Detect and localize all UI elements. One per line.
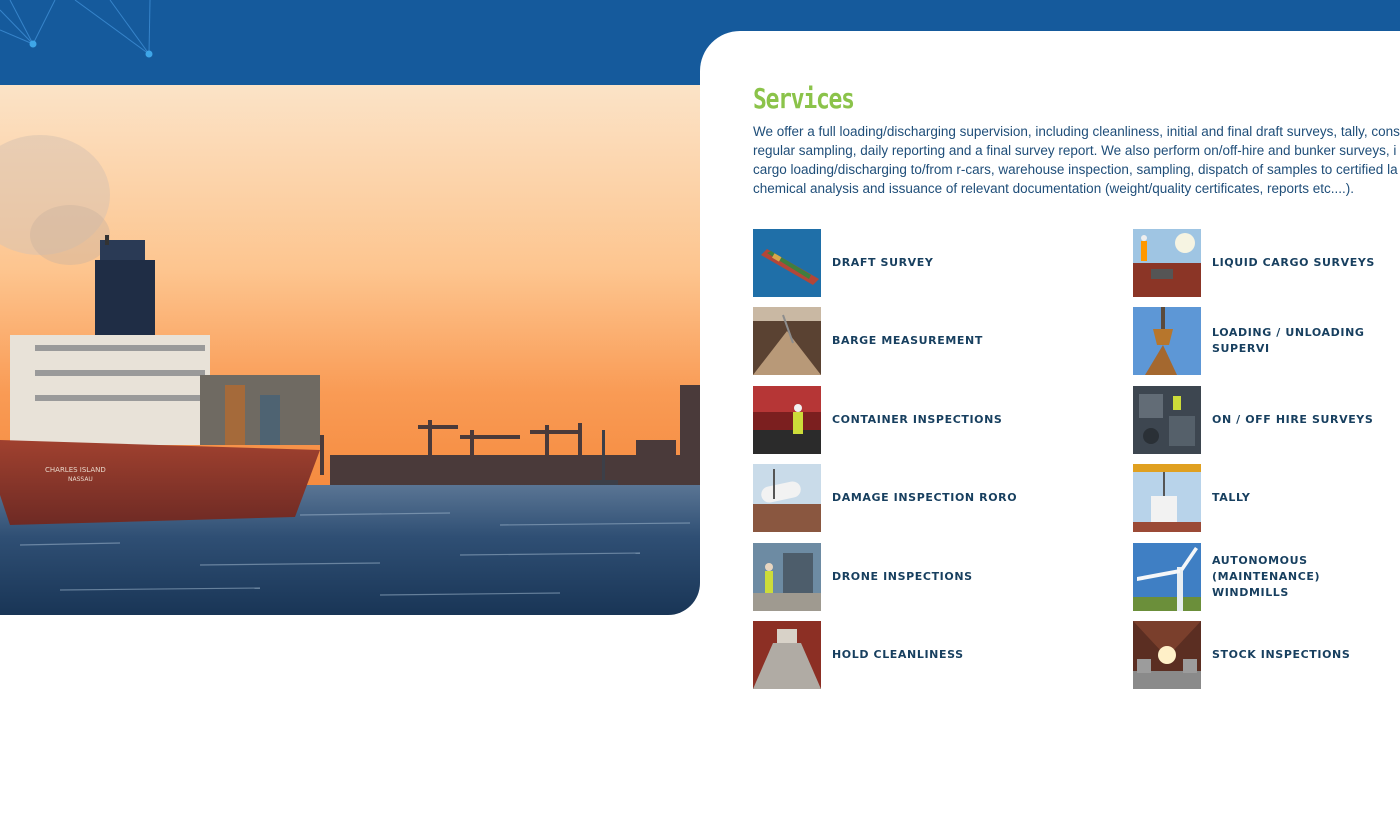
ship-deck-machinery-photo xyxy=(1133,386,1201,454)
grab-crane-bulk-photo xyxy=(1133,307,1201,375)
section-description: We offer a full loading/discharging supe… xyxy=(753,122,1400,198)
service-damage-inspection-roro[interactable]: DAMAGE INSPECTION RORO xyxy=(753,464,1017,532)
service-label: DAMAGE INSPECTION RORO xyxy=(832,491,1018,504)
ship-port-text: NASSAU xyxy=(68,476,93,483)
service-label: STOCK INSPECTIONS xyxy=(1212,648,1351,661)
description-line: We offer a full loading/discharging supe… xyxy=(753,124,1400,139)
service-label: HOLD CLEANLINESS xyxy=(832,648,964,661)
crane-lifting-bags-photo xyxy=(1133,464,1201,532)
roro-cargo-deck-photo xyxy=(753,464,821,532)
bulk-grain-in-hold-photo xyxy=(753,307,821,375)
service-label: ON / OFF HIRE SURVEYS xyxy=(1212,413,1374,426)
service-label: DRAFT SURVEY xyxy=(832,256,934,269)
container-inspector-photo xyxy=(753,386,821,454)
network-lines-decoration xyxy=(0,0,153,58)
drone-operator-photo xyxy=(753,543,821,611)
service-label: LIQUID CARGO SURVEYS xyxy=(1212,256,1375,269)
service-label: DRONE INSPECTIONS xyxy=(832,570,973,583)
service-container-inspections[interactable]: CONTAINER INSPECTIONS xyxy=(753,386,1002,454)
service-on-off-hire-surveys[interactable]: ON / OFF HIRE SURVEYS xyxy=(1133,386,1373,454)
description-line: regular sampling, daily reporting and a … xyxy=(753,143,1397,158)
service-label: TALLY xyxy=(1212,491,1251,504)
inspector-on-tanker-deck-photo xyxy=(1133,229,1201,297)
steel-coil-warehouse-photo xyxy=(1133,621,1201,689)
service-label: CONTAINER INSPECTIONS xyxy=(832,413,1003,426)
description-line: cargo loading/discharging to/from r-cars… xyxy=(753,162,1398,177)
service-tally[interactable]: TALLY xyxy=(1133,464,1250,532)
service-label: LOADING / UNLOADING SUPERVI xyxy=(1212,326,1365,355)
ship-name-text: CHARLES ISLAND xyxy=(45,466,106,474)
service-hold-cleanliness[interactable]: HOLD CLEANLINESS xyxy=(753,621,964,689)
aerial-container-ship-photo xyxy=(753,229,821,297)
service-draft-survey[interactable]: DRAFT SURVEY xyxy=(753,229,933,297)
service-drone-inspections[interactable]: DRONE INSPECTIONS xyxy=(753,543,973,611)
service-autonomous-windmills[interactable]: AUTONOMOUS (MAINTENANCE) WINDMILLS xyxy=(1133,543,1400,611)
hero-harbour-image: CHARLES ISLAND NASSAU xyxy=(0,85,700,615)
service-stock-inspections[interactable]: STOCK INSPECTIONS xyxy=(1133,621,1350,689)
service-label: BARGE MEASUREMENT xyxy=(832,334,983,347)
empty-cargo-hold-photo xyxy=(753,621,821,689)
service-loading-unloading-supervision[interactable]: LOADING / UNLOADING SUPERVI xyxy=(1133,307,1400,375)
service-liquid-cargo-surveys[interactable]: LIQUID CARGO SURVEYS xyxy=(1133,229,1375,297)
service-barge-measurement[interactable]: BARGE MEASUREMENT xyxy=(753,307,983,375)
wind-turbine-photo xyxy=(1133,543,1201,611)
description-line: chemical analysis and issuance of releva… xyxy=(753,181,1355,196)
section-title: Services xyxy=(753,82,855,115)
service-label: AUTONOMOUS (MAINTENANCE) WINDMILLS xyxy=(1212,554,1321,599)
